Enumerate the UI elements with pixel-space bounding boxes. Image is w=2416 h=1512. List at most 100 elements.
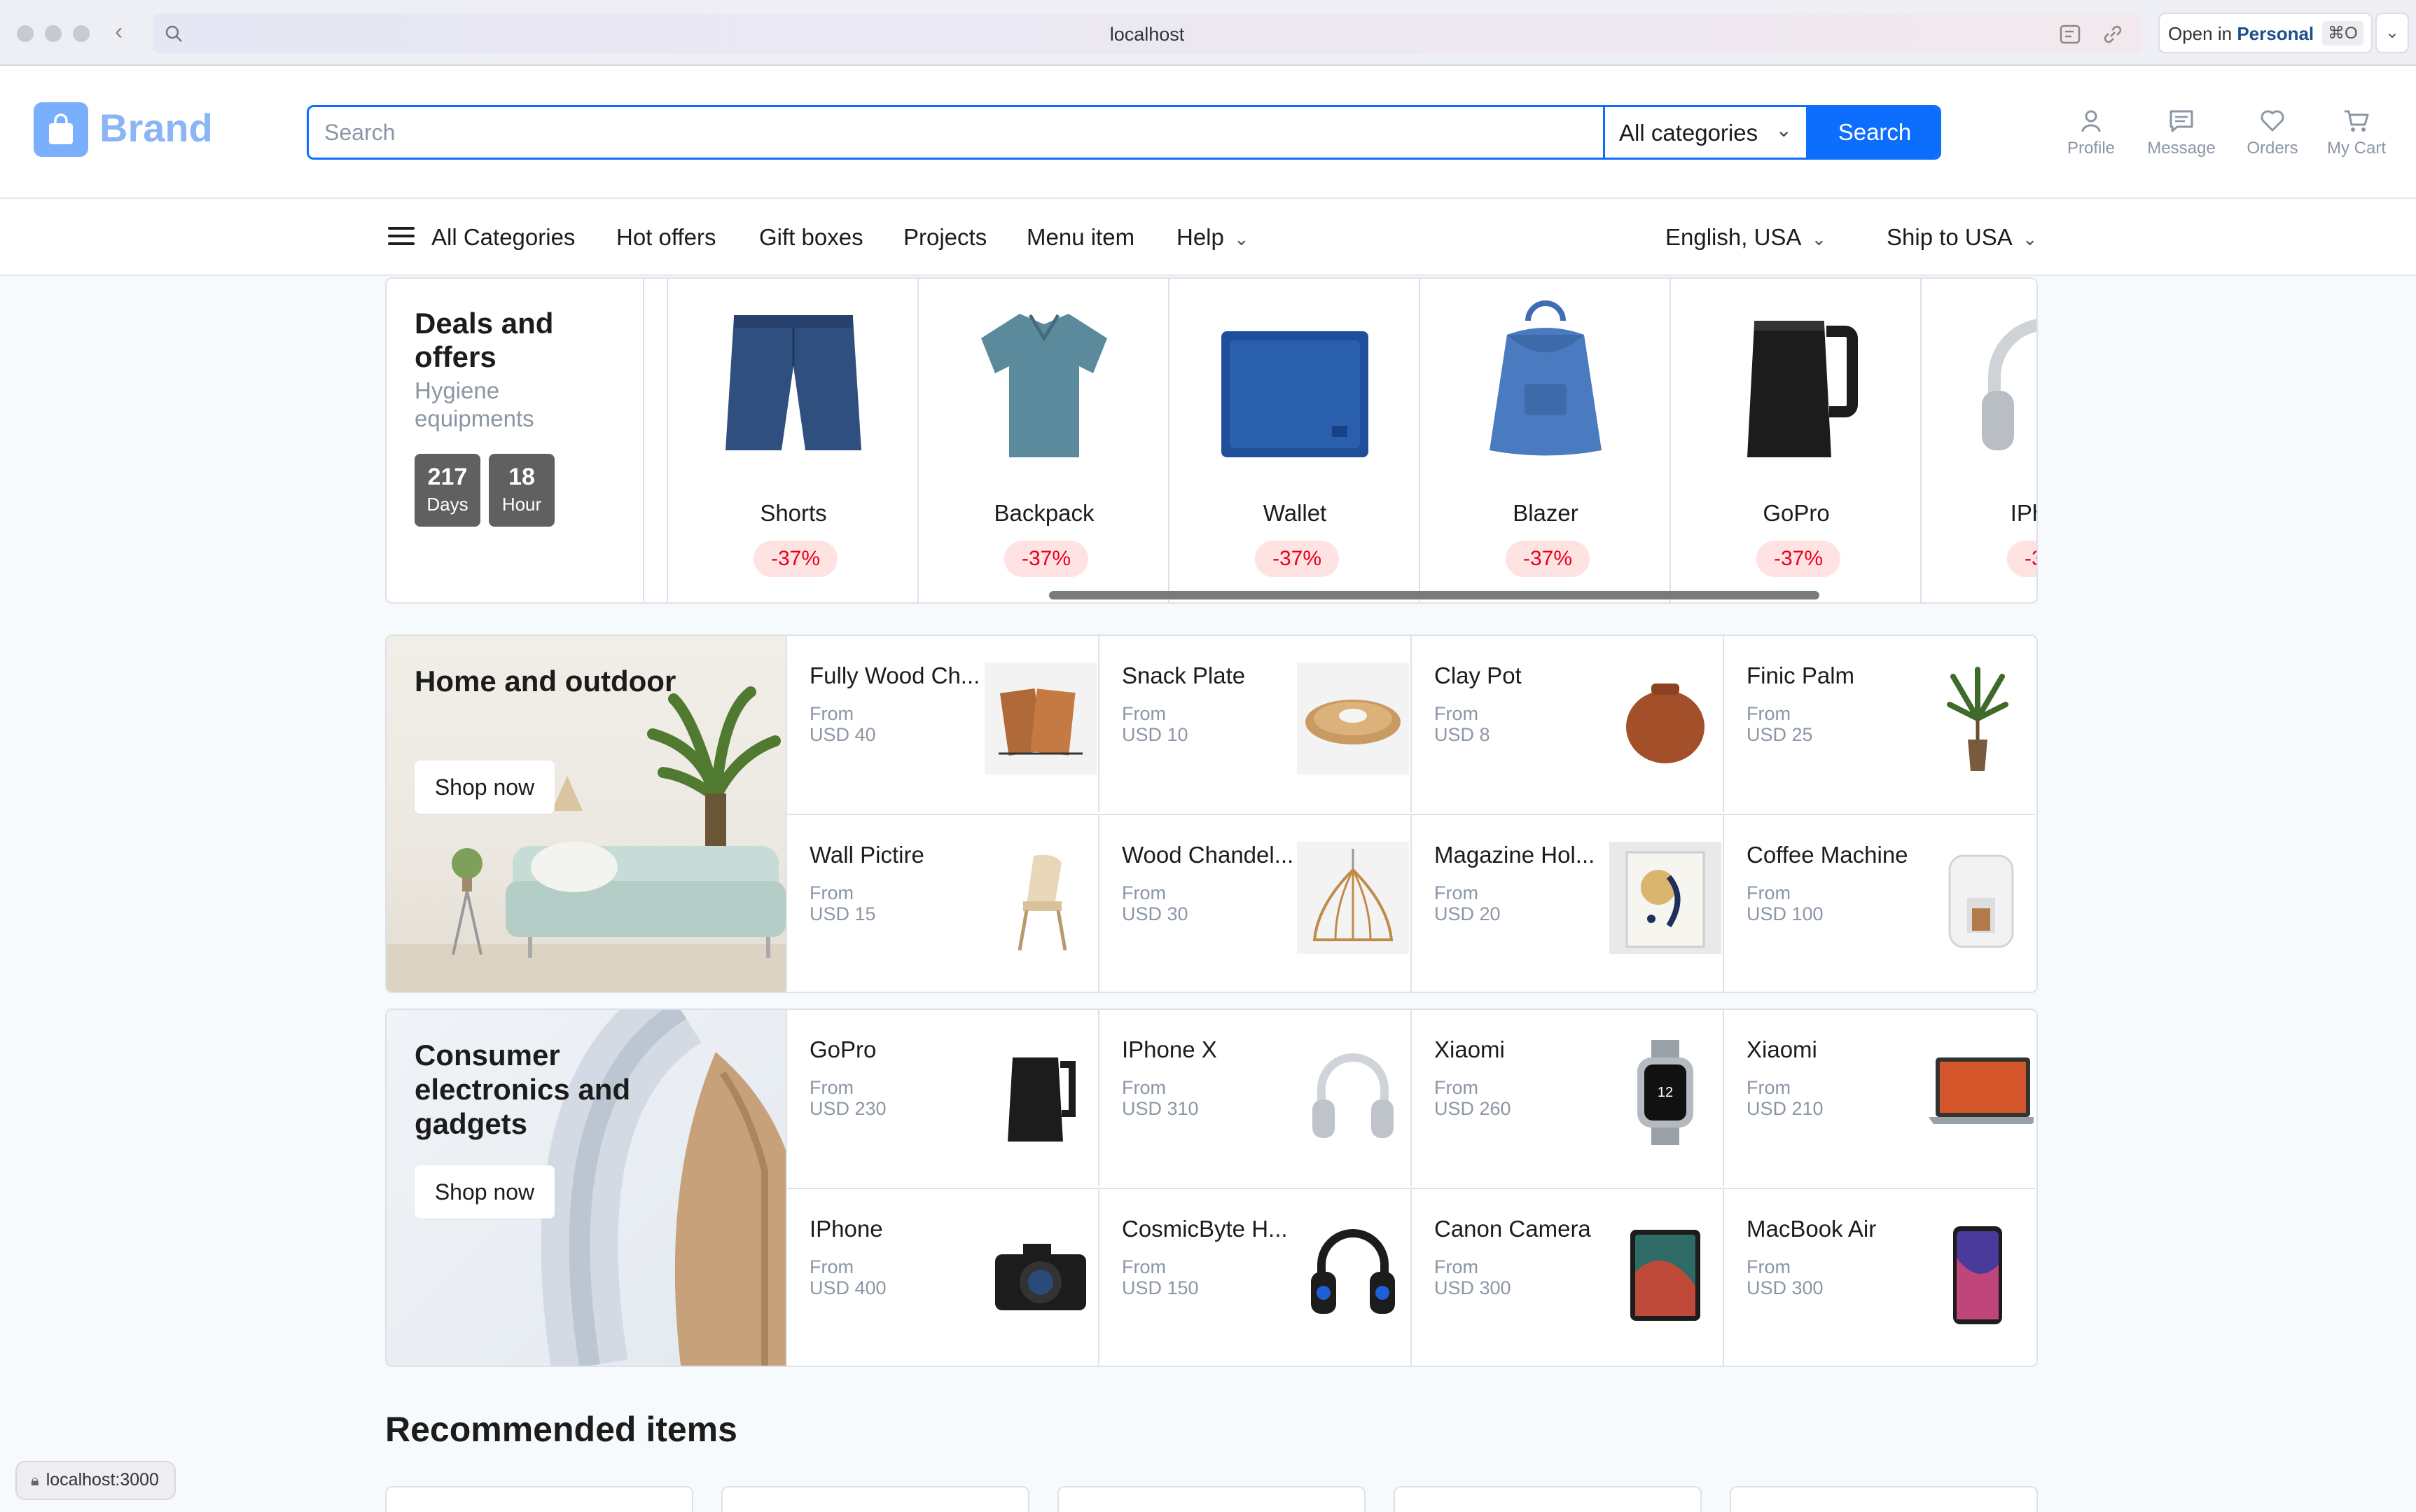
deal-item[interactable]: IPhone -37% — [1920, 279, 2036, 602]
electronics-shop-now-button[interactable]: Shop now — [415, 1165, 555, 1219]
product-name: Snack Plate — [1122, 663, 1246, 688]
menu-icon[interactable] — [388, 227, 415, 248]
product-name: Wall Pictire — [810, 842, 924, 868]
product-card[interactable]: Clay Pot From USD 8 — [1410, 636, 1723, 812]
maximize-window-button[interactable] — [73, 25, 90, 42]
product-price: USD 30 — [1122, 903, 1188, 924]
product-from: From — [810, 882, 854, 903]
deal-item[interactable]: Wallet -37% — [1168, 279, 1420, 602]
minimize-window-button[interactable] — [45, 25, 62, 42]
product-name: Xiaomi — [1434, 1036, 1505, 1062]
svg-text:12: 12 — [1658, 1085, 1673, 1100]
product-card[interactable]: Fully Wood Ch... From USD 40 — [786, 636, 1098, 812]
cart-label: My Cart — [2327, 139, 2386, 158]
nav-gift-boxes[interactable]: Gift boxes — [759, 224, 863, 251]
address-bar[interactable]: localhost — [153, 14, 2141, 53]
product-card[interactable]: IPhone From USD 400 — [786, 1188, 1098, 1366]
recommended-card[interactable] — [1394, 1486, 1702, 1512]
nav-menu-item[interactable]: Menu item — [1027, 224, 1134, 251]
product-card[interactable]: Canon Camera From USD 300 — [1410, 1188, 1723, 1366]
brand-logo[interactable] — [34, 102, 88, 157]
search-button[interactable]: Search — [1806, 107, 1939, 158]
deal-item[interactable]: Backpack -37% — [917, 279, 1169, 602]
open-in-profile-button[interactable]: Open in Personal ⌘O — [2158, 13, 2373, 53]
product-card[interactable]: Snack Plate From USD 10 — [1098, 636, 1410, 812]
product-price: USD 15 — [810, 903, 876, 924]
headphones-image — [1312, 1053, 1394, 1138]
deals-subtitle: Hygiene equipments — [415, 377, 534, 431]
language-select[interactable]: English, USA ⌄ — [1665, 224, 1826, 251]
product-card[interactable]: Wall Pictire From USD 15 — [786, 814, 1098, 992]
profile-icon — [2081, 110, 2101, 132]
product-card[interactable]: Xiaomi From USD 260 12 — [1410, 1010, 1723, 1186]
deal-item-name: Shorts — [760, 500, 827, 526]
smartphone-image — [1953, 1226, 2002, 1324]
product-card[interactable]: MacBook Air From USD 300 — [1723, 1188, 2035, 1366]
cart-action[interactable]: My Cart — [2322, 106, 2391, 158]
product-card[interactable]: Xiaomi From USD 210 — [1723, 1010, 2035, 1186]
product-from: From — [1122, 1256, 1166, 1277]
timer-hours-value: 18 — [508, 464, 535, 490]
deal-item[interactable]: GoPro -37% — [1669, 279, 1922, 602]
deals-scrollbar[interactable] — [1049, 591, 1819, 599]
product-card[interactable]: Coffee Machine From USD 100 — [1723, 814, 2035, 992]
product-card[interactable]: IPhone X From USD 310 — [1098, 1010, 1410, 1186]
recommended-card[interactable] — [721, 1486, 1029, 1512]
timer-hours: 18 Hour — [489, 454, 555, 527]
palm-plant-image — [1947, 667, 2008, 771]
product-from: From — [1122, 703, 1166, 724]
message-icon — [2169, 110, 2193, 132]
nav-help[interactable]: Help ⌄ — [1176, 224, 1249, 251]
nav-all-categories[interactable]: All Categories — [431, 224, 575, 251]
category-select[interactable]: All categories ⌄ — [1603, 107, 1806, 158]
product-price: USD 10 — [1122, 724, 1188, 745]
recommended-card[interactable] — [385, 1486, 693, 1512]
recommended-card[interactable] — [1057, 1486, 1366, 1512]
recommended-title: Recommended items — [385, 1410, 737, 1449]
deal-item-name: IPhone — [2010, 500, 2036, 526]
nav-hot-offers[interactable]: Hot offers — [616, 224, 716, 251]
chevron-down-icon[interactable]: ⌄ — [2375, 13, 2409, 53]
orders-action[interactable]: Orders — [2241, 106, 2304, 158]
search-input[interactable] — [309, 107, 1603, 158]
close-window-button[interactable] — [17, 25, 34, 42]
discount-badge: -37% — [1255, 541, 1339, 577]
deal-item-name: Wallet — [1263, 500, 1327, 526]
browser-toolbar: ‹ localhost Open in Personal ⌘O ⌄ — [0, 0, 2416, 66]
language-label: English, USA — [1665, 224, 1802, 250]
shorts-image — [726, 315, 861, 450]
product-name: Wood Chandel... — [1122, 842, 1294, 868]
product-from: From — [1122, 882, 1166, 903]
wall-picture-image — [1609, 842, 1721, 954]
home-shop-now-button[interactable]: Shop now — [415, 761, 555, 814]
discount-badge: -37% — [2007, 541, 2036, 577]
message-action[interactable]: Message — [2143, 106, 2220, 158]
product-card[interactable]: Finic Palm From USD 25 — [1723, 636, 2035, 812]
wallet-image — [1221, 331, 1368, 457]
ship-to-select[interactable]: Ship to USA ⌄ — [1887, 224, 2038, 251]
nav-projects[interactable]: Projects — [903, 224, 987, 251]
product-card[interactable]: CosmicByte H... From USD 150 — [1098, 1188, 1410, 1366]
product-card[interactable]: GoPro From USD 230 — [786, 1010, 1098, 1186]
polo-shirt-image — [981, 314, 1107, 457]
open-in-profile-name: Personal — [2237, 23, 2314, 44]
profile-action[interactable]: Profile — [2064, 106, 2118, 158]
link-icon[interactable] — [2101, 22, 2125, 46]
orders-label: Orders — [2247, 139, 2298, 158]
deal-item[interactable]: Blazer -37% — [1419, 279, 1671, 602]
product-from: From — [1747, 1256, 1791, 1277]
discount-badge: -37% — [1506, 541, 1590, 577]
address-url: localhost — [1109, 24, 1185, 45]
backpack-image — [1490, 300, 1602, 456]
recommended-card[interactable] — [1730, 1486, 2038, 1512]
brand-name[interactable]: Brand — [99, 105, 213, 151]
product-price: USD 150 — [1122, 1277, 1199, 1298]
reader-mode-icon[interactable] — [2059, 22, 2084, 46]
product-card[interactable]: Wood Chandel... From USD 30 — [1098, 814, 1410, 992]
product-card[interactable]: Magazine Hol... From USD 20 — [1410, 814, 1723, 992]
open-in-shortcut: ⌘O — [2322, 21, 2363, 46]
deal-item[interactable]: Shorts -37% — [667, 279, 919, 602]
chevron-down-icon: ⌄ — [1775, 119, 1792, 141]
back-arrow-icon[interactable]: ‹ — [115, 18, 123, 46]
product-price: USD 40 — [810, 724, 876, 745]
